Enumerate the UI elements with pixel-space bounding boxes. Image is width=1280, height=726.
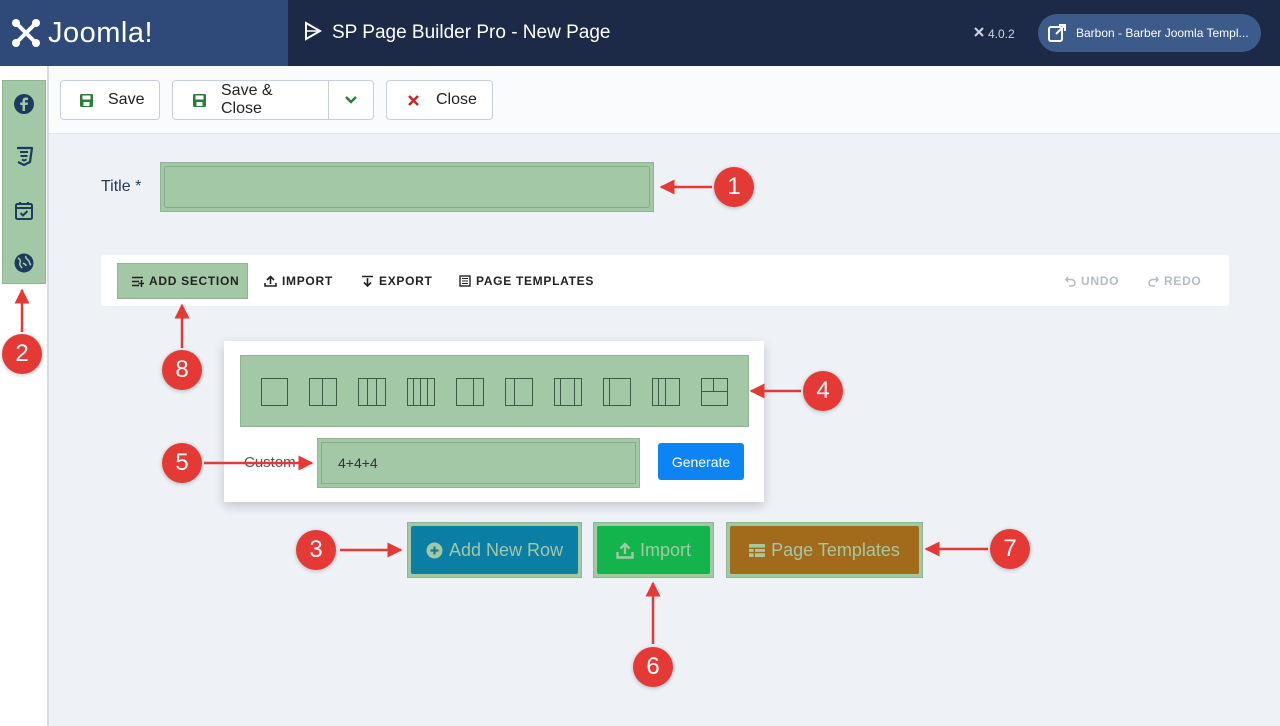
css3-icon[interactable] <box>12 144 36 168</box>
globe-icon[interactable] <box>12 251 36 275</box>
download-icon <box>361 275 374 287</box>
page-templates-button[interactable]: Page Templates <box>730 526 919 574</box>
redo-icon <box>1148 276 1159 287</box>
import-link[interactable]: IMPORT <box>264 263 333 299</box>
import-highlight: Import <box>593 522 714 578</box>
undo-button[interactable]: UNDO <box>1065 263 1119 299</box>
builder-toolbar: ADD SECTION IMPORT EXPORT PAGE TEMPLATES… <box>101 255 1229 306</box>
joomla-brand[interactable]: Joomla! <box>0 0 288 66</box>
page-templates-label: Page Templates <box>771 539 900 560</box>
external-link-icon <box>1046 22 1068 44</box>
save-icon <box>79 93 94 108</box>
layout-option-7[interactable] <box>554 378 582 406</box>
callout-6: 6 <box>633 647 673 687</box>
version-number: 4.0.2 <box>988 26 1015 41</box>
page-templates-highlight: Page Templates <box>726 522 923 578</box>
version-label: 4.0.2 <box>973 26 1015 41</box>
custom-label: Custom <box>244 454 296 471</box>
calendar-check-icon[interactable] <box>12 199 36 223</box>
view-site-button[interactable]: Barbon - Barber Joomla Templ... <box>1038 14 1261 52</box>
close-button[interactable]: Close <box>386 80 493 120</box>
layout-option-5[interactable] <box>456 378 484 406</box>
joomla-small-icon <box>973 26 985 41</box>
close-label: Close <box>436 91 477 108</box>
layout-option-3[interactable] <box>358 378 386 406</box>
import-label: IMPORT <box>282 274 333 288</box>
layout-option-4[interactable] <box>407 378 435 406</box>
custom-highlight: 4+4+4 <box>317 438 640 488</box>
layout-option-10[interactable] <box>701 378 728 406</box>
add-section-label: ADD SECTION <box>149 274 240 288</box>
page-templates-link[interactable]: PAGE TEMPLATES <box>459 263 594 299</box>
title-highlight <box>160 162 654 212</box>
plus-circle-icon <box>426 542 443 559</box>
top-header: Joomla! SP Page Builder Pro - New Page 4… <box>0 0 1280 66</box>
callout-5: 5 <box>162 443 202 483</box>
layout-option-6[interactable] <box>505 378 533 406</box>
import-button[interactable]: Import <box>597 526 710 574</box>
import-label: Import <box>639 539 691 560</box>
save-label: Save <box>108 91 145 108</box>
add-new-row-button[interactable]: Add New Row <box>411 526 578 574</box>
save-close-group: Save & Close <box>172 80 374 120</box>
sp-builder-icon <box>304 20 323 46</box>
callout-1: 1 <box>714 167 754 207</box>
export-link[interactable]: EXPORT <box>361 263 433 299</box>
table-icon <box>749 543 766 557</box>
custom-layout-input[interactable]: 4+4+4 <box>321 442 636 484</box>
add-section-icon <box>131 276 144 287</box>
close-icon <box>407 94 420 107</box>
joomla-logo-icon <box>10 17 42 49</box>
callout-7: 7 <box>990 529 1030 569</box>
undo-icon <box>1065 276 1076 287</box>
layout-option-9[interactable] <box>652 378 680 406</box>
facebook-icon[interactable] <box>12 92 36 116</box>
redo-label: REDO <box>1164 274 1202 288</box>
add-section-button[interactable]: ADD SECTION <box>117 263 248 299</box>
save-button[interactable]: Save <box>60 80 160 120</box>
upload-icon <box>264 275 277 287</box>
callout-2: 2 <box>2 334 42 374</box>
page-title-wrap: SP Page Builder Pro - New Page <box>304 0 610 66</box>
undo-label: UNDO <box>1081 274 1120 288</box>
page-templates-label: PAGE TEMPLATES <box>476 274 595 288</box>
save-icon <box>192 93 207 108</box>
callout-3: 3 <box>296 530 336 570</box>
upload-icon <box>616 541 634 559</box>
callout-4: 4 <box>803 371 843 411</box>
title-input[interactable] <box>164 166 650 208</box>
callout-8: 8 <box>162 350 202 390</box>
export-label: EXPORT <box>379 274 433 288</box>
title-label: Title * <box>101 178 142 195</box>
template-icon <box>459 275 471 287</box>
layout-option-1[interactable] <box>261 378 288 406</box>
save-close-button[interactable]: Save & Close <box>221 82 315 118</box>
generate-button[interactable]: Generate <box>658 443 744 480</box>
brand-name: Joomla! <box>48 16 154 49</box>
page-title: SP Page Builder Pro - New Page <box>332 22 611 43</box>
add-section-popup: Custom 4+4+4 Generate <box>224 341 764 502</box>
chevron-down-icon[interactable] <box>329 95 373 105</box>
column-layouts <box>240 355 749 427</box>
layout-option-2[interactable] <box>309 378 337 406</box>
add-row-highlight: Add New Row <box>407 522 582 578</box>
layout-option-8[interactable] <box>603 378 631 406</box>
redo-button[interactable]: REDO <box>1148 263 1201 299</box>
site-name: Barbon - Barber Joomla Templ... <box>1076 26 1249 40</box>
add-new-row-label: Add New Row <box>448 539 564 560</box>
